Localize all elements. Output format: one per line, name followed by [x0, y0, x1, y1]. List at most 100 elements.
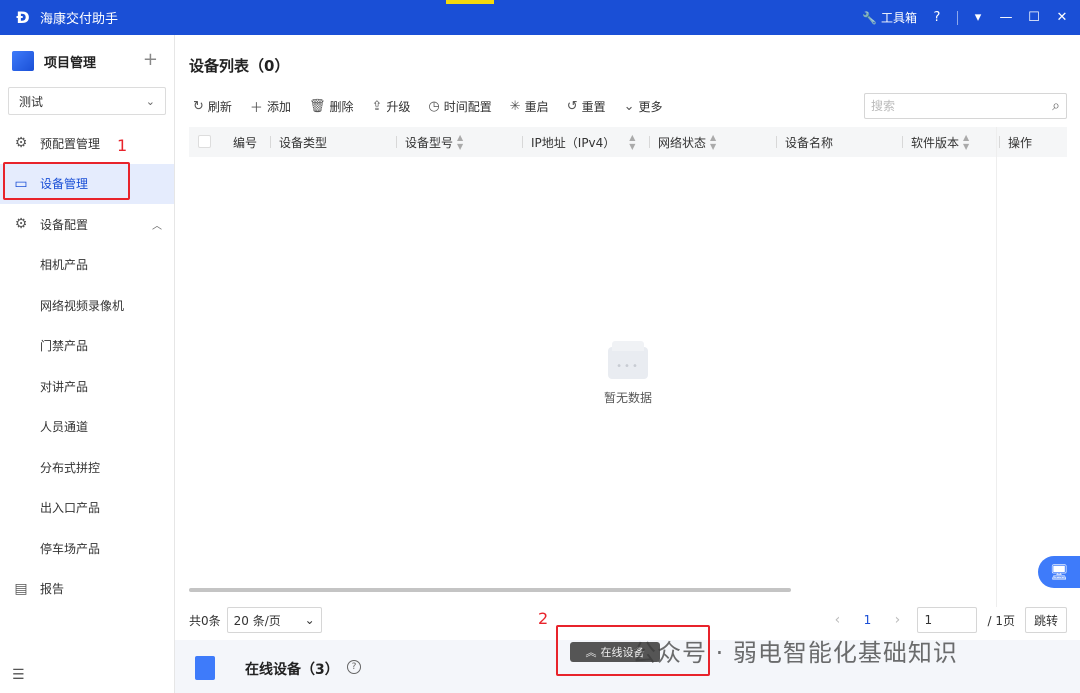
- delete-button[interactable]: 🗑 删除: [309, 98, 354, 115]
- sidebar-item-intercom[interactable]: 对讲产品: [0, 366, 174, 407]
- prev-page-icon[interactable]: ‹: [827, 612, 847, 628]
- sidebar-item-label: 出入口产品: [40, 501, 101, 516]
- column-label: 操作: [1008, 135, 1033, 150]
- page-jump-input[interactable]: 1: [917, 607, 978, 633]
- empty-box-icon: •••: [608, 341, 648, 379]
- column-header-ip[interactable]: IP地址（IPv4） ▲ ▼: [522, 127, 635, 157]
- chevron-down-icon: ⌄: [145, 94, 155, 108]
- annotation-number-1: 1: [117, 136, 128, 155]
- reset-icon: ↺: [566, 99, 578, 114]
- pagination: ‹ 1 › 1 / 1页 跳转: [827, 607, 1067, 633]
- sidebar-item-entrance-exit[interactable]: 出入口产品: [0, 488, 174, 529]
- maximize-icon[interactable]: ☐: [1026, 10, 1042, 26]
- sidebar-item-access-control[interactable]: 门禁产品: [0, 326, 174, 367]
- reset-button[interactable]: ↺ 重置: [567, 98, 606, 115]
- search-input[interactable]: [871, 99, 1053, 113]
- column-header-device-name: 设备名称: [776, 127, 834, 157]
- window-title: 海康交付助手: [40, 12, 119, 27]
- title-bar: Ð 海康交付助手 🔧 工具箱 ? ▾ — ☐ ✕: [0, 0, 1080, 35]
- toolbox-button[interactable]: 🔧 工具箱: [862, 9, 917, 26]
- refresh-label: 刷新: [207, 100, 232, 114]
- device-toolbar: ↻ 刷新 ＋ 添加 🗑 删除 ⇪ 升级 ◷ 时间配置 ✳ 重启 ↺ 重置 ⌄ 更…: [193, 97, 663, 116]
- loading-icon: ✳: [509, 99, 521, 114]
- sidebar-item-parking[interactable]: 停车场产品: [0, 528, 174, 569]
- question-circle-icon[interactable]: ?: [347, 660, 361, 674]
- add-button[interactable]: ＋ 添加: [250, 97, 291, 116]
- sidebar: 项目管理 + 测试 ⌄ ⚙ 预配置管理 ▭ 设备管理 ⚙ 设备配置 ︿ 相机产品…: [0, 35, 175, 693]
- column-divider: [776, 136, 777, 148]
- column-header-operations: 操作: [999, 127, 1033, 157]
- annotation-box-1: [3, 162, 130, 200]
- search-box: ⌕: [864, 93, 1067, 119]
- sidebar-item-label: 相机产品: [40, 258, 89, 273]
- chevron-down-icon: ⌄: [304, 613, 315, 627]
- question-circle-icon[interactable]: ?: [929, 10, 945, 26]
- annotation-number-2: 2: [538, 609, 549, 628]
- column-label: 编号: [233, 135, 258, 150]
- upload-icon: ⇪: [371, 99, 383, 114]
- table-header: 编号 设备类型 设备型号 ▲▼ IP地址（IPv4） ▲▼ 网络状态 ▲▼: [189, 127, 1067, 157]
- online-devices-label: 在线设备（3）: [245, 662, 339, 678]
- menu-collapse-icon[interactable]: ☰: [12, 667, 25, 683]
- reboot-button[interactable]: ✳ 重启: [510, 98, 549, 115]
- sidebar-item-camera[interactable]: 相机产品: [0, 245, 174, 286]
- column-divider: [270, 136, 271, 148]
- sidebar-item-personnel-channel[interactable]: 人员通道: [0, 407, 174, 448]
- time-config-button[interactable]: ◷ 时间配置: [428, 98, 491, 115]
- column-label: 软件版本: [911, 135, 960, 150]
- column-header-software-version[interactable]: 软件版本 ▲ ▼: [902, 127, 969, 157]
- device-list-panel: 设备列表（0） ↻ 刷新 ＋ 添加 🗑 删除 ⇪ 升级 ◷ 时间配置 ✳ 重启 …: [175, 35, 1080, 640]
- search-icon[interactable]: ⌕: [1052, 98, 1060, 114]
- project-select[interactable]: 测试 ⌄: [8, 87, 166, 115]
- sidebar-item-report[interactable]: ▤ 报告: [0, 569, 174, 610]
- jump-label: 跳转: [1033, 613, 1058, 628]
- sidebar-item-device-config[interactable]: ⚙ 设备配置 ︿: [0, 204, 174, 245]
- title-accent-strip: [446, 0, 494, 4]
- sidebar-item-distributed-control[interactable]: 分布式拼控: [0, 447, 174, 488]
- current-page[interactable]: 1: [857, 613, 877, 627]
- sidebar-item-label: 设备配置: [40, 217, 89, 232]
- upgrade-label: 升级: [386, 100, 411, 114]
- column-header-network-status[interactable]: 网络状态 ▲ ▼: [649, 127, 716, 157]
- empty-state: ••• 暂无数据: [189, 341, 1067, 406]
- more-button[interactable]: ⌄ 更多: [624, 98, 663, 115]
- close-icon[interactable]: ✕: [1054, 10, 1070, 26]
- column-divider: [999, 136, 1000, 148]
- column-label: IP地址（IPv4）: [531, 135, 616, 150]
- time-config-label: 时间配置: [443, 100, 492, 114]
- sidebar-item-label: 停车场产品: [40, 541, 101, 556]
- pager-summary: 共0条 20 条/页 ⌄: [189, 607, 322, 633]
- select-all-checkbox[interactable]: [198, 135, 211, 148]
- device-config-icon: ⚙: [14, 216, 28, 233]
- remote-screen-icon[interactable]: 🖥: [1038, 556, 1080, 588]
- column-divider: [649, 136, 650, 148]
- add-project-icon[interactable]: +: [143, 49, 158, 70]
- sidebar-item-nvr[interactable]: 网络视频录像机: [0, 285, 174, 326]
- jump-button[interactable]: 跳转: [1024, 607, 1067, 633]
- project-select-value: 测试: [19, 94, 44, 109]
- refresh-button[interactable]: ↻ 刷新: [193, 98, 232, 115]
- sidebar-item-label: 网络视频录像机: [40, 298, 125, 313]
- upgrade-button[interactable]: ⇪ 升级: [371, 98, 410, 115]
- plus-icon: ＋: [249, 101, 263, 116]
- column-divider: [522, 136, 523, 148]
- minimize-icon[interactable]: —: [998, 10, 1014, 26]
- column-header-device-model[interactable]: 设备型号 ▲ ▼: [396, 127, 463, 157]
- column-label: 设备名称: [785, 135, 834, 150]
- watermark-text: 公众号 · 弱电智能化基础知识: [632, 639, 958, 667]
- column-divider: [396, 136, 397, 148]
- next-page-icon[interactable]: ›: [887, 612, 907, 628]
- device-table: 编号 设备类型 设备型号 ▲▼ IP地址（IPv4） ▲▼ 网络状态 ▲▼: [189, 127, 1067, 607]
- toolbox-label: 工具箱: [880, 11, 917, 25]
- horizontal-scrollbar[interactable]: [189, 588, 791, 592]
- sidebar-item-preconfig[interactable]: ⚙ 预配置管理: [0, 123, 174, 164]
- titlebar-divider: [957, 10, 958, 25]
- clock-icon: ◷: [428, 99, 440, 114]
- total-pages: / 1页: [987, 613, 1015, 628]
- page-size-select[interactable]: 20 条/页 ⌄: [226, 607, 322, 633]
- sidebar-item-label: 门禁产品: [40, 339, 89, 354]
- gear-cluster-icon: ⚙: [14, 135, 28, 152]
- chevron-down-icon[interactable]: ▾: [970, 10, 986, 26]
- sidebar-item-label: 报告: [40, 582, 65, 597]
- chevron-up-icon: ︿: [152, 220, 162, 232]
